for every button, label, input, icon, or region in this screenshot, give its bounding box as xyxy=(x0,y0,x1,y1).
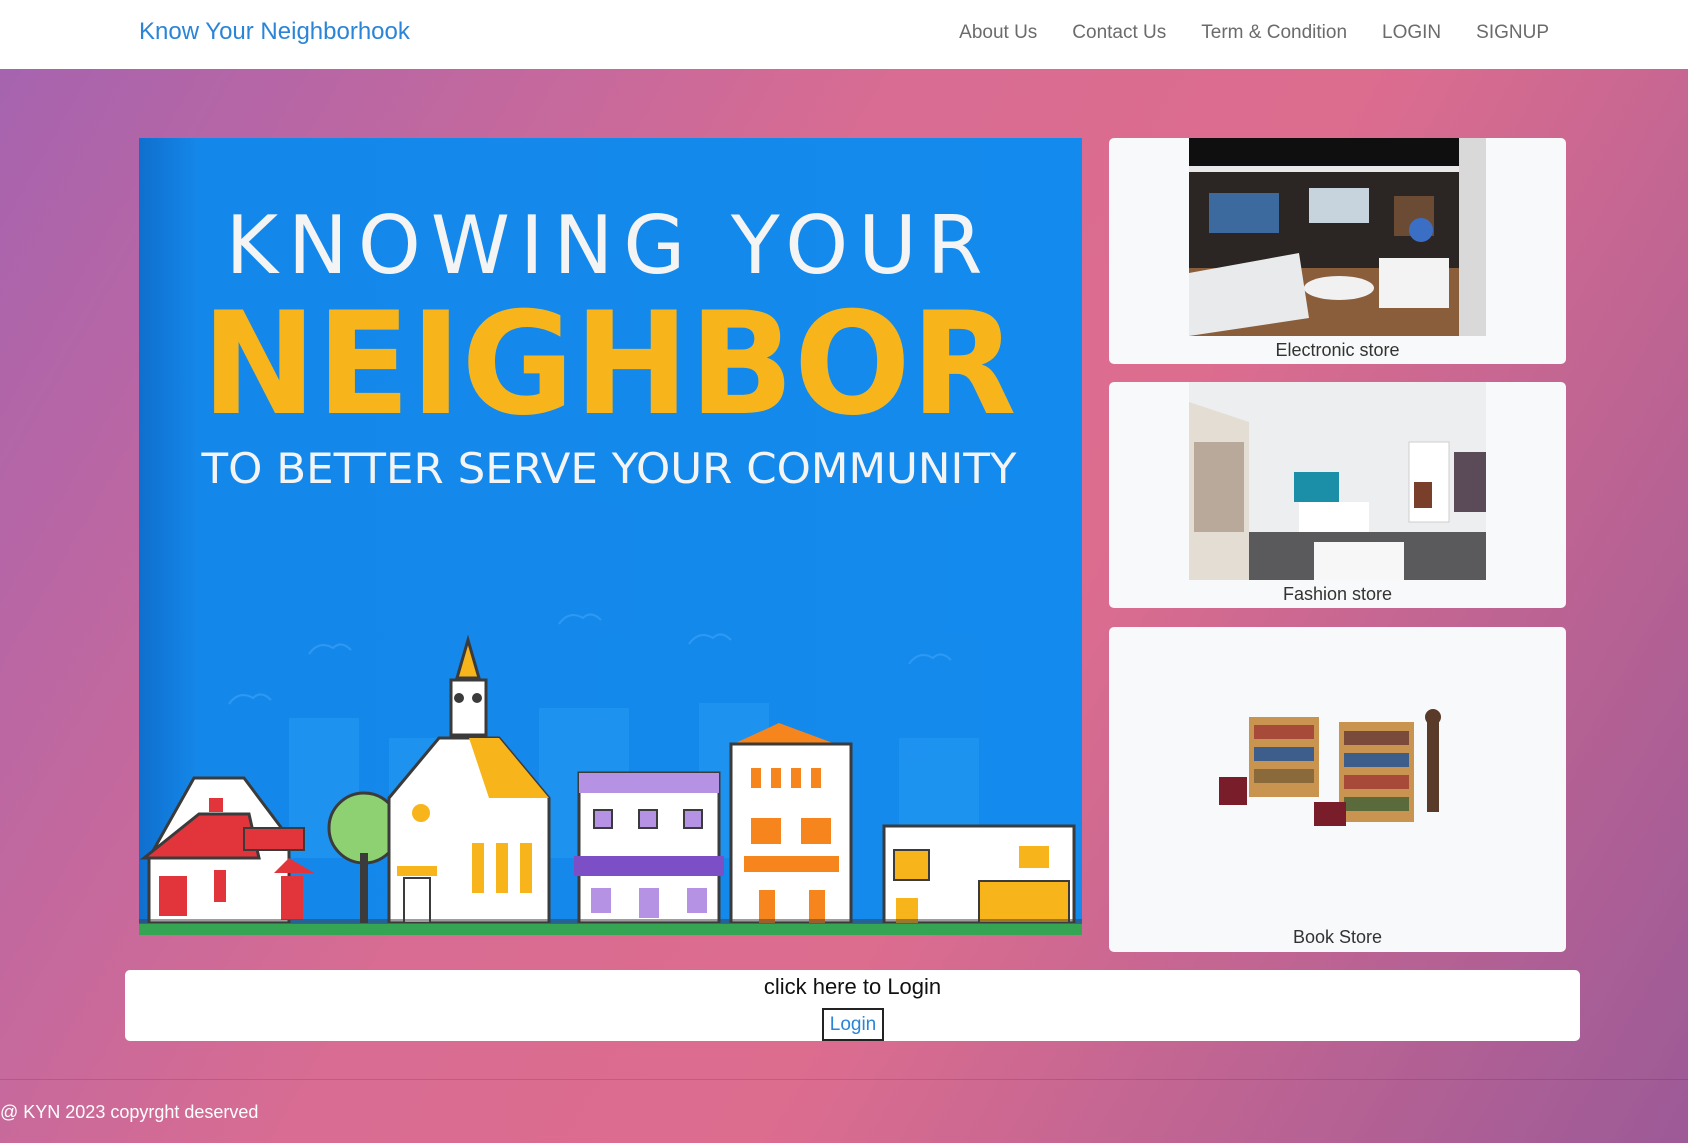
fashion-store-image xyxy=(1189,382,1486,580)
navbar: Know Your Neighborhook About Us Contact … xyxy=(0,0,1688,69)
nav-login[interactable]: LOGIN xyxy=(1382,22,1441,44)
neighborhood-illustration: KNOWING YOUR NEIGHBOR TO BETTER SERVE YO… xyxy=(139,199,1082,935)
electronic-store-caption: Electronic store xyxy=(1275,340,1400,360)
hero-banner: KNOWING YOUR NEIGHBOR TO BETTER SERVE YO… xyxy=(139,138,1082,935)
footer-divider xyxy=(0,1079,1688,1080)
login-button[interactable]: Login xyxy=(822,1008,884,1041)
book-store-caption: Book Store xyxy=(1292,927,1383,947)
hero-line3: TO BETTER SERVE YOUR COMMUNITY xyxy=(200,444,1016,493)
brand-link[interactable]: Know Your Neighborhook xyxy=(139,18,410,46)
nav-signup[interactable]: SIGNUP xyxy=(1476,22,1549,44)
hero-line1: KNOWING YOUR xyxy=(226,199,993,292)
store-card-fashion[interactable]: Fashion store xyxy=(1109,382,1566,608)
footer-copyright: @ KYN 2023 copyrght deserved xyxy=(0,1102,259,1122)
electronic-store-image xyxy=(1189,138,1486,336)
fashion-store-caption: Fashion store xyxy=(1282,584,1393,604)
login-prompt: click here to Login xyxy=(763,974,942,999)
store-card-electronic[interactable]: Electronic store xyxy=(1109,138,1566,364)
hero-line2: NEIGHBOR xyxy=(202,282,1017,447)
nav-links: About Us Contact Us Term & Condition LOG… xyxy=(959,22,1549,44)
nav-about-us[interactable]: About Us xyxy=(959,22,1037,44)
store-card-book[interactable]: Book Store xyxy=(1109,627,1566,952)
nav-terms[interactable]: Term & Condition xyxy=(1201,22,1347,44)
nav-contact-us[interactable]: Contact Us xyxy=(1072,22,1166,44)
login-section: click here to Login Login xyxy=(125,970,1580,1041)
book-store-image xyxy=(1189,627,1486,924)
